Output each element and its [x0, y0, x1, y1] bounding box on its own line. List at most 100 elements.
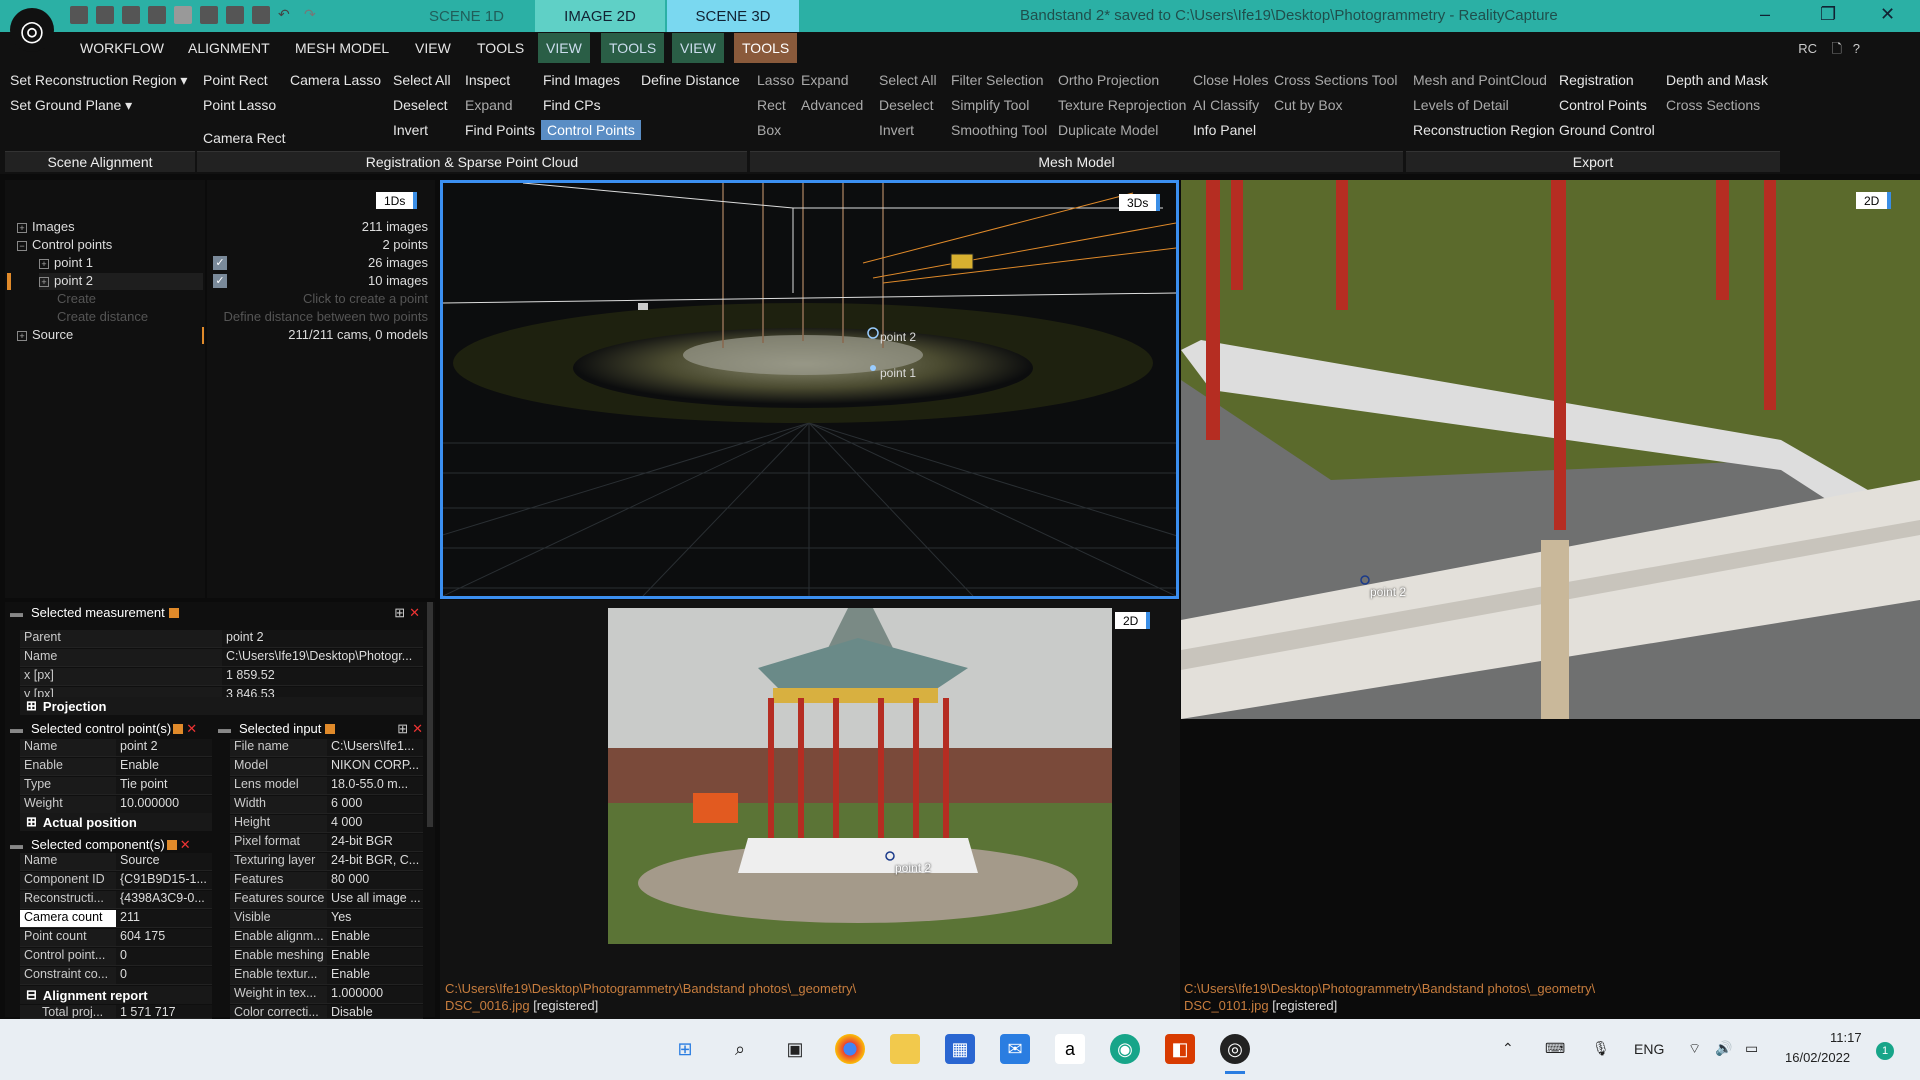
- prop-value[interactable]: point 2: [116, 739, 212, 756]
- layout-icon[interactable]: [70, 6, 88, 24]
- realitycapture-logo-icon[interactable]: ◎: [10, 8, 54, 52]
- prop-value[interactable]: Yes: [327, 910, 423, 927]
- pin-icon[interactable]: [173, 723, 184, 734]
- menu-workflow[interactable]: WORKFLOW: [80, 40, 164, 56]
- menu-tools-3d[interactable]: TOOLS: [734, 33, 798, 63]
- tab-scene-3d[interactable]: SCENE 3D: [667, 0, 799, 32]
- expand-icon[interactable]: ⊞: [26, 698, 37, 714]
- prop-value[interactable]: Enable: [327, 967, 423, 984]
- layout-icon[interactable]: [200, 6, 218, 24]
- info-panel-button[interactable]: Info Panel: [1193, 122, 1256, 138]
- cross-sections-tool-button[interactable]: Cross Sections Tool: [1274, 72, 1397, 88]
- tab-image-2d[interactable]: IMAGE 2D: [535, 0, 665, 32]
- prop-value[interactable]: 24-bit BGR, C...: [327, 853, 423, 870]
- file-explorer-icon[interactable]: [890, 1034, 920, 1064]
- wifi-icon[interactable]: ⌔: [1688, 1040, 1701, 1058]
- find-points-button[interactable]: Find Points: [465, 122, 535, 138]
- export-control-points-button[interactable]: Control Points: [1559, 97, 1647, 113]
- help-icon[interactable]: ?: [1853, 41, 1860, 56]
- expand-icon[interactable]: +: [39, 277, 49, 287]
- mesh-expand-button[interactable]: Expand: [801, 72, 848, 88]
- control-points-button[interactable]: Control Points: [541, 120, 641, 140]
- clock-time[interactable]: 11:17: [1830, 1030, 1862, 1045]
- close-icon[interactable]: ✕: [1880, 4, 1895, 25]
- collapse-icon[interactable]: −: [17, 241, 27, 251]
- tree-item-control-points[interactable]: − Control points: [17, 237, 217, 254]
- mesh-select-all-button[interactable]: Select All: [879, 72, 937, 88]
- set-ground-plane-button[interactable]: Set Ground Plane ▾: [10, 97, 132, 114]
- find-cps-button[interactable]: Find CPs: [543, 97, 601, 113]
- export-cross-sections-button[interactable]: Cross Sections: [1666, 97, 1760, 113]
- actual-position-section[interactable]: ⊞ Actual position: [20, 813, 212, 831]
- badge-2d-small[interactable]: 2D: [1115, 612, 1151, 629]
- search-icon[interactable]: ⌕: [725, 1034, 755, 1064]
- prop-value[interactable]: 80 000: [327, 872, 423, 889]
- export-mesh-pointcloud-button[interactable]: Mesh and PointCloud: [1413, 72, 1547, 88]
- tree-item-point-1[interactable]: + point 1: [39, 255, 239, 272]
- deselect-button[interactable]: Deselect: [393, 97, 447, 113]
- smoothing-tool-button[interactable]: Smoothing Tool: [951, 122, 1047, 138]
- pin-icon[interactable]: [166, 839, 177, 850]
- filter-selection-button[interactable]: Filter Selection: [951, 72, 1044, 88]
- prop-value[interactable]: 4 000: [327, 815, 423, 832]
- export-registration-button[interactable]: Registration: [1559, 72, 1634, 88]
- invert-button[interactable]: Invert: [393, 122, 428, 138]
- cut-by-box-button[interactable]: Cut by Box: [1274, 97, 1342, 113]
- texture-reprojection-button[interactable]: Texture Reprojection: [1058, 97, 1186, 113]
- prop-value[interactable]: 18.0-55.0 m...: [327, 777, 423, 794]
- windows-start-icon[interactable]: ⊞: [670, 1034, 700, 1064]
- alignment-report-section[interactable]: ⊟ Alignment report: [20, 986, 212, 1004]
- menu-tools[interactable]: TOOLS: [477, 40, 524, 56]
- box-button[interactable]: Box: [757, 122, 781, 138]
- task-view-icon[interactable]: ▣: [780, 1034, 810, 1064]
- prop-value[interactable]: 211: [116, 910, 212, 927]
- select-all-button[interactable]: Select All: [393, 72, 451, 88]
- prop-value[interactable]: Source: [116, 853, 212, 870]
- collapse-icon[interactable]: ▬: [10, 721, 23, 736]
- find-images-button[interactable]: Find Images: [543, 72, 620, 88]
- camera-rect-button[interactable]: Camera Rect: [203, 130, 285, 146]
- ortho-projection-button[interactable]: Ortho Projection: [1058, 72, 1159, 88]
- prop-value[interactable]: Use all image ...: [327, 891, 423, 908]
- minimize-icon[interactable]: –: [1760, 4, 1770, 25]
- prop-value[interactable]: Enable: [327, 929, 423, 946]
- export-lod-button[interactable]: Levels of Detail: [1413, 97, 1509, 113]
- prop-value[interactable]: 1 859.52: [222, 668, 423, 685]
- prop-value[interactable]: point 2: [222, 630, 423, 647]
- collapse-icon[interactable]: ▬: [218, 721, 231, 736]
- projection-section[interactable]: ⊞ Projection: [20, 697, 423, 715]
- keyboard-icon[interactable]: ⌨: [1545, 1040, 1565, 1057]
- expand-button[interactable]: Expand: [465, 97, 512, 113]
- restore-icon[interactable]: ❐: [1820, 4, 1836, 25]
- selected-component-header[interactable]: ▬ Selected component(s) ✕: [10, 836, 210, 853]
- battery-icon[interactable]: ▭: [1745, 1040, 1758, 1057]
- prop-value[interactable]: 1 571 717: [116, 1005, 212, 1018]
- duplicate-model-button[interactable]: Duplicate Model: [1058, 122, 1158, 138]
- badge-3ds[interactable]: 3Ds: [1119, 194, 1161, 211]
- export-recon-region-button[interactable]: Reconstruction Region: [1413, 122, 1555, 138]
- scrollbar[interactable]: [427, 602, 433, 827]
- menu-view[interactable]: VIEW: [415, 40, 451, 56]
- prop-value[interactable]: Enable: [116, 758, 212, 775]
- rect-button[interactable]: Rect: [757, 97, 786, 113]
- ai-classify-button[interactable]: AI Classify: [1193, 97, 1259, 113]
- pin-icon[interactable]: [325, 723, 336, 734]
- close-icon[interactable]: ✕: [412, 721, 423, 737]
- close-icon[interactable]: ✕: [180, 837, 191, 853]
- maximize-icon[interactable]: ⊞: [397, 721, 408, 737]
- viewport-2d-small[interactable]: point 2: [608, 608, 1112, 944]
- prop-value[interactable]: Enable: [327, 948, 423, 965]
- language-indicator[interactable]: ENG: [1634, 1041, 1664, 1057]
- redo-icon[interactable]: ↷: [304, 6, 322, 24]
- chevron-up-icon[interactable]: ⌃: [1502, 1040, 1514, 1057]
- prop-value[interactable]: 0: [116, 967, 212, 984]
- realitycapture-taskbar-icon[interactable]: ◎: [1220, 1034, 1250, 1064]
- mesh-invert-button[interactable]: Invert: [879, 122, 914, 138]
- close-holes-button[interactable]: Close Holes: [1193, 72, 1268, 88]
- menu-view-3d[interactable]: VIEW: [672, 33, 724, 63]
- mail-icon[interactable]: ✉: [1000, 1034, 1030, 1064]
- camera-icon[interactable]: [950, 253, 974, 270]
- layout-icon[interactable]: [226, 6, 244, 24]
- prop-value[interactable]: Disable: [327, 1005, 423, 1018]
- expand-icon[interactable]: +: [39, 259, 49, 269]
